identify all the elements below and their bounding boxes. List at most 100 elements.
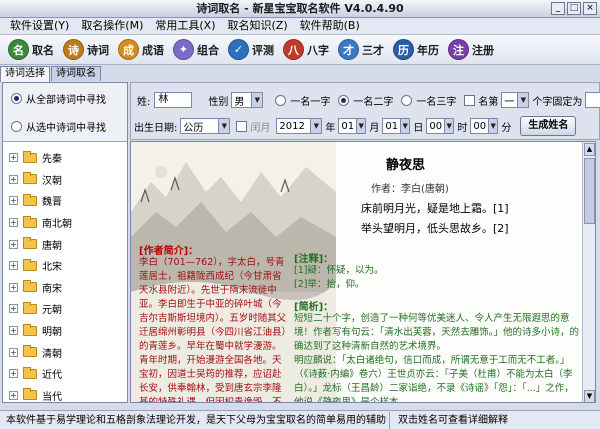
toolbar-button[interactable]: ✦ 组合 [169, 37, 223, 63]
minimize-button[interactable]: _ [551, 2, 565, 15]
register-icon: 注 [448, 39, 469, 60]
month-select[interactable]: 01 ▼ [338, 118, 367, 134]
expand-icon[interactable]: + [9, 196, 18, 206]
tab-poem-naming[interactable]: 诗词取名 [51, 66, 101, 81]
poem-line: 举头望明月，低头思故乡。[2] [361, 222, 509, 235]
toolbar-button-label: 取名 [32, 43, 54, 57]
toolbar-button[interactable]: 历年历 [389, 37, 443, 63]
toolbar-button[interactable]: 才三才 [334, 37, 388, 63]
expand-icon[interactable]: + [9, 153, 18, 163]
three-char-label: 一名三字 [416, 96, 457, 108]
scroll-down-icon[interactable]: ▼ [584, 390, 595, 402]
expand-icon[interactable]: + [9, 326, 18, 336]
fixed-char-input[interactable] [585, 92, 600, 108]
toolbar: 名取名诗诗词成成语 ✦ 组合 ✓ 评测八八字才三才历年历注注册 [0, 35, 600, 65]
menu-naming[interactable]: 取名操作(M) [75, 18, 149, 34]
vertical-scrollbar[interactable]: ▲ ▼ [582, 142, 595, 402]
expand-icon[interactable]: + [9, 390, 18, 400]
toolbar-button-label: 八字 [307, 43, 329, 57]
name-options-row: 姓: 林 性别 男 ▼ 一名一字 一名二字 一名三字 名第 一 ▼ 个字固定为 [137, 90, 600, 110]
tree-item[interactable]: + 当代 [9, 385, 127, 407]
tree-item[interactable]: + 元朝 [9, 298, 127, 320]
tree-item[interactable]: + 清朝 [9, 341, 127, 363]
tab-poem-select[interactable]: 诗词选择 [0, 66, 50, 82]
toolbar-button[interactable]: 名取名 [4, 37, 58, 63]
tree-item-label: 北宋 [42, 262, 62, 274]
tree-item-label: 汉朝 [42, 175, 62, 187]
menu-tools[interactable]: 常用工具(X) [149, 18, 221, 34]
tree-item[interactable]: + 魏晋 [9, 190, 127, 212]
hour-value: 00 [429, 120, 443, 132]
scope-selected-option[interactable]: 从选中诗词中寻找 [11, 119, 127, 134]
toolbar-button[interactable]: ✓ 评测 [224, 37, 278, 63]
radio-icon[interactable] [11, 93, 22, 104]
folder-icon [23, 366, 37, 379]
fixed-label: 名第 [478, 96, 499, 108]
tree-item[interactable]: + 汉朝 [9, 169, 127, 191]
generate-names-button[interactable]: 生成姓名 [520, 116, 577, 136]
fixed-suffix-label: 个字固定为 [532, 96, 583, 108]
minute-select[interactable]: 00 ▼ [470, 118, 499, 134]
menu-help[interactable]: 软件帮助(B) [294, 18, 366, 34]
folder-icon [23, 215, 37, 228]
tree-item[interactable]: + 先秦 [9, 147, 127, 169]
menu-knowledge[interactable]: 取名知识(Z) [222, 18, 294, 34]
tree-item[interactable]: + 近代 [9, 363, 127, 385]
gender-label: 性别 [208, 96, 229, 108]
close-button[interactable]: × [583, 2, 597, 15]
tree-item[interactable]: + 明朝 [9, 320, 127, 342]
author-intro-text: 李白（701—762），字太白，号青莲居士，祖籍陇西成纪（今甘肃省天水县附近）。… [139, 257, 287, 403]
expand-icon[interactable]: + [9, 347, 18, 357]
appreciation-heading: [简析]： [294, 302, 334, 313]
menu-settings[interactable]: 软件设置(Y) [4, 18, 75, 34]
gender-select[interactable]: 男 ▼ [231, 92, 264, 108]
search-scope-group: 从全部诗词中寻找 从选中诗词中寻找 [3, 83, 127, 142]
fixed-char-checkbox[interactable] [464, 94, 476, 106]
folder-icon [23, 172, 37, 185]
folder-icon [23, 301, 37, 314]
expand-icon[interactable]: + [9, 369, 18, 379]
one-char-radio[interactable] [275, 94, 287, 106]
expand-icon[interactable]: + [9, 174, 18, 184]
tree-item-label: 南北朝 [42, 219, 72, 231]
poem-browser-panel: 从全部诗词中寻找 从选中诗词中寻找 + 先秦 + 汉朝 + 魏晋 + 南北朝 + 唐朝 + 北宋 + 南宋… [2, 82, 128, 403]
two-char-radio[interactable] [338, 94, 350, 106]
tree-item[interactable]: + 北宋 [9, 255, 127, 277]
radio-icon[interactable] [11, 121, 22, 132]
hour-select[interactable]: 00 ▼ [426, 118, 455, 134]
toolbar-button[interactable]: 八八字 [279, 37, 333, 63]
fixed-position-select[interactable]: 一 ▼ [501, 92, 530, 108]
scope-all-option[interactable]: 从全部诗词中寻找 [11, 91, 127, 106]
expand-icon[interactable]: + [9, 304, 18, 314]
tree-item[interactable]: + 南宋 [9, 277, 127, 299]
menu-bar: 软件设置(Y) 取名操作(M) 常用工具(X) 取名知识(Z) 软件帮助(B) [0, 18, 600, 35]
surname-input[interactable]: 林 [154, 92, 193, 108]
toolbar-button[interactable]: 成成语 [114, 37, 168, 63]
folder-icon [23, 323, 37, 336]
calendar-select[interactable]: 公历 ▼ [180, 118, 231, 134]
toolbar-button[interactable]: 注注册 [444, 37, 498, 63]
folder-icon [23, 280, 37, 293]
expand-icon[interactable]: + [9, 282, 18, 292]
toolbar-button[interactable]: 诗诗词 [59, 37, 113, 63]
maximize-button[interactable]: □ [567, 2, 581, 15]
poem-detail-pane: 静夜思 作者：李白(唐朝) 床前明月光，疑是地上霜。[1] 举头望明月，低头思故… [130, 141, 596, 403]
book-icon: 成 [118, 39, 139, 60]
day-select[interactable]: 01 ▼ [382, 118, 411, 134]
fixed-position-value: 一 [504, 96, 515, 108]
tree-item[interactable]: + 唐朝 [9, 233, 127, 255]
tree-item[interactable]: + 南北朝 [9, 212, 127, 234]
naming-form: 姓: 林 性别 男 ▼ 一名一字 一名二字 一名三字 名第 一 ▼ 个字固定为 出生… [130, 82, 600, 140]
expand-icon[interactable]: + [9, 239, 18, 249]
expand-icon[interactable]: + [9, 261, 18, 271]
tree-item-label: 唐朝 [42, 240, 62, 252]
scroll-thumb[interactable] [584, 158, 595, 224]
year-select[interactable]: 2012 ▼ [276, 118, 323, 134]
tab-strip: 诗词选择 诗词取名 [0, 66, 130, 82]
folder-icon [23, 150, 37, 163]
appreciation-text-2: 明应麟说：「太白诸绝句，信口而成，所谓无意于工而无不工者。」（《诗薮·内编》卷六… [294, 355, 574, 403]
three-char-radio[interactable] [401, 94, 413, 106]
leap-month-checkbox[interactable] [236, 120, 248, 132]
expand-icon[interactable]: + [9, 218, 18, 228]
scroll-up-icon[interactable]: ▲ [584, 143, 595, 156]
